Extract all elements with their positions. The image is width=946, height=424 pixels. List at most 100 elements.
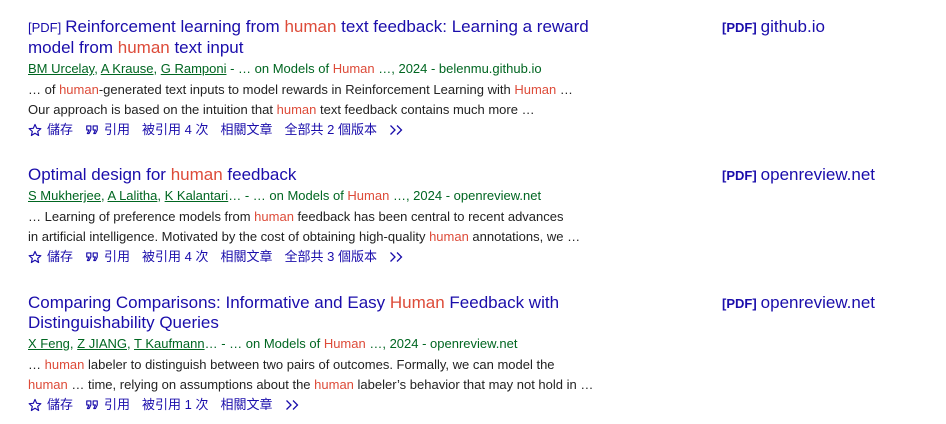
more-button[interactable] [285, 399, 306, 411]
save-label: 儲存 [47, 249, 74, 264]
cite-label: 引用 [104, 249, 131, 264]
result-title-link[interactable]: Comparing Comparisons: Informative and E… [28, 293, 603, 333]
title-line: Comparing Comparisons: Informative and E… [28, 293, 559, 312]
related-articles-link[interactable]: 相關文章 [221, 247, 273, 267]
result-item: [PDF] Reinforcement learning from human t… [28, 17, 928, 140]
double-chevron-right-icon [390, 252, 403, 262]
quote-icon [86, 125, 98, 135]
fulltext-source: openreview.net [760, 165, 876, 184]
highlighted-term: human [429, 228, 469, 244]
cite-label: 引用 [104, 122, 131, 137]
text-run: …, 2024 - belenmu.github.io [374, 61, 542, 76]
cited-by-link[interactable]: 被引用 4 次 [142, 247, 208, 267]
highlighted-term: Human [323, 336, 366, 351]
author-link[interactable]: A Krause [101, 61, 154, 76]
cite-button[interactable]: 引用 [85, 120, 130, 140]
author-link[interactable]: S Mukherjee [28, 188, 101, 203]
save-label: 儲存 [47, 122, 74, 137]
cited-by-link[interactable]: 被引用 1 次 [142, 395, 208, 415]
pdf-badge: [PDF] [722, 168, 757, 183]
all-versions-link[interactable]: 全部共 3 個版本 [285, 247, 377, 267]
text-run: annotations, we … [468, 228, 581, 244]
result-item: Optimal design for human feedback S Mukh… [28, 165, 928, 267]
publication-info: … - … on Models of Human …, 2024 - openr… [228, 188, 541, 203]
cite-button[interactable]: 引用 [85, 395, 130, 415]
cited-by-link[interactable]: 被引用 4 次 [142, 120, 208, 140]
save-button[interactable]: 儲存 [28, 247, 73, 267]
fulltext-source: openreview.net [760, 293, 876, 312]
text-run: Feedback with [444, 293, 560, 312]
result-item: Comparing Comparisons: Informative and E… [28, 293, 928, 415]
fulltext-source: github.io [760, 17, 825, 36]
fulltext-link[interactable]: [PDF] openreview.net [722, 293, 875, 314]
snippet-line: in artificial intelligence. Motivated by… [28, 229, 580, 244]
author-link[interactable]: K Kalantari [165, 188, 229, 203]
text-run: … of [28, 82, 60, 97]
pdf-badge: [PDF] [722, 20, 757, 35]
text-run: … - … on Models of [204, 336, 324, 351]
text-run: -generated text inputs to model rewards … [98, 82, 515, 97]
publication-info: … - … on Models of Human …, 2024 - openr… [205, 336, 518, 351]
all-versions-link[interactable]: 全部共 2 個版本 [285, 120, 377, 140]
text-run: Reinforcement learning from [65, 17, 285, 36]
pdf-badge: [PDF] [722, 296, 757, 311]
snippet-line: Our approach is based on the intuition t… [28, 102, 535, 117]
pdf-tag: [PDF] [28, 20, 62, 35]
author-separator: , [153, 61, 161, 76]
text-run: in artificial intelligence. Motivated by… [28, 228, 430, 244]
text-run: - … on Models of [226, 61, 333, 76]
highlighted-term: human [314, 376, 354, 392]
related-articles-link[interactable]: 相關文章 [221, 120, 273, 140]
title-line: Optimal design for human feedback [28, 165, 296, 184]
result-title-link[interactable]: [PDF] Reinforcement learning from human t… [28, 17, 603, 58]
result-snippet: … human labeler to distinguish between t… [28, 355, 603, 394]
more-button[interactable] [389, 251, 410, 263]
author-link[interactable]: T Kaufmann [134, 336, 205, 351]
highlighted-term: Human [514, 82, 557, 97]
author-link[interactable]: X Feng [28, 336, 70, 351]
author-separator: , [127, 336, 134, 351]
related-articles-link[interactable]: 相關文章 [221, 395, 273, 415]
snippet-line: human … time, relying on assumptions abo… [28, 377, 593, 392]
cite-button[interactable]: 引用 [85, 247, 130, 267]
text-run: labeler’s behavior that may not hold in … [353, 376, 594, 392]
highlighted-term: Human [332, 61, 375, 76]
highlighted-term: human [28, 376, 68, 392]
text-run: feedback has been central to recent adva… [293, 209, 564, 224]
author-link[interactable]: BM Urcelay [28, 61, 94, 76]
star-outline-icon [28, 398, 42, 412]
author-link[interactable]: G Ramponi [161, 61, 227, 76]
double-chevron-right-icon [390, 125, 403, 135]
star-outline-icon [28, 250, 42, 264]
double-chevron-right-icon [285, 400, 298, 410]
title-line: model from human text input [28, 38, 243, 57]
author-link[interactable]: Z JIANG [77, 336, 127, 351]
result-actions: 儲存 引用 被引用 4 次 相關文章 全部共 2 個版本 [28, 120, 603, 140]
highlighted-term: human [276, 101, 317, 117]
title-line: Distinguishability Queries [28, 313, 219, 332]
result-title-link[interactable]: Optimal design for human feedback [28, 165, 603, 185]
text-run: Distinguishability Queries [28, 313, 219, 332]
save-button[interactable]: 儲存 [28, 120, 73, 140]
author-separator: , [157, 188, 165, 203]
text-run: Our approach is based on the intuition t… [28, 101, 277, 117]
author-link[interactable]: A Lalitha [108, 188, 158, 203]
save-button[interactable]: 儲存 [28, 395, 73, 415]
text-run: … - … on Models of [228, 188, 348, 203]
snippet-line: … Learning of preference models from hum… [28, 209, 564, 224]
snippet-line: … human labeler to distinguish between t… [28, 357, 555, 372]
fulltext-link[interactable]: [PDF] openreview.net [722, 165, 875, 186]
text-run: Optimal design for [28, 165, 171, 184]
more-button[interactable] [389, 124, 410, 136]
highlighted-term: human [170, 165, 223, 184]
quote-icon [86, 400, 98, 410]
result-snippet: … of human-generated text inputs to mode… [28, 80, 603, 119]
author-source-line: S Mukherjee, A Lalitha, K Kalantari… - …… [28, 187, 603, 205]
highlighted-term: human [59, 82, 99, 97]
text-run: … Learning of preference models from [28, 209, 255, 224]
text-run: text feedback: Learning a reward [336, 17, 589, 36]
save-label: 儲存 [47, 397, 74, 412]
text-run: …, 2024 - openreview.net [365, 336, 518, 351]
cite-label: 引用 [104, 397, 131, 412]
fulltext-link[interactable]: [PDF] github.io [722, 17, 825, 38]
